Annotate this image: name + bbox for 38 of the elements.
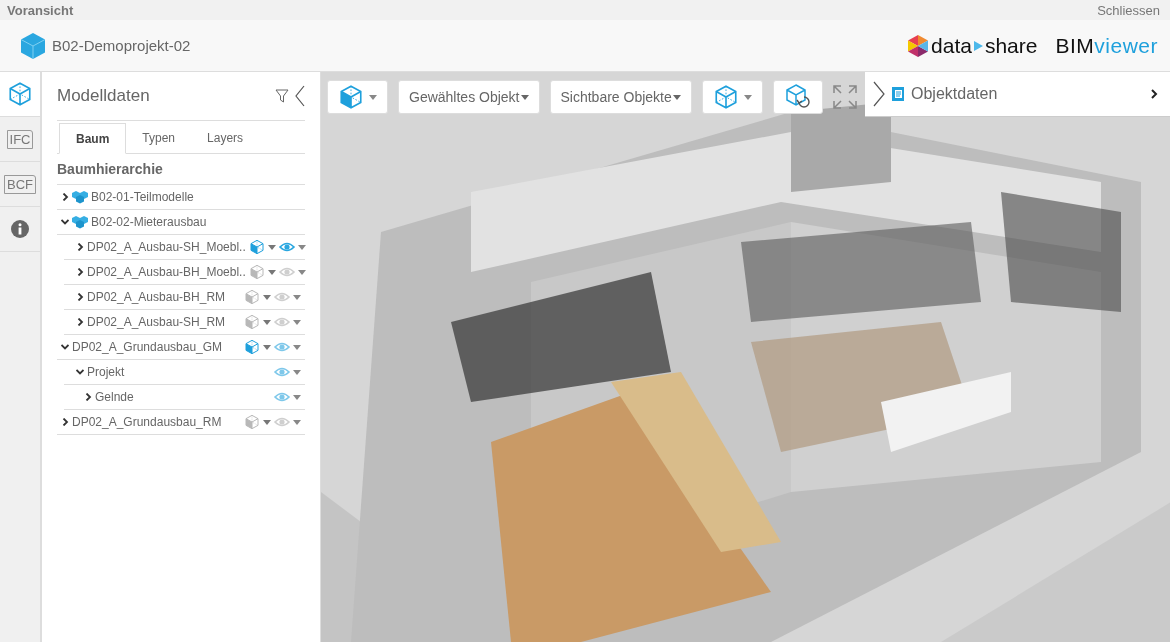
tree-label: DP02_A_Grundausbau_GM [72, 340, 224, 354]
tree-row[interactable]: DP02_A_Ausbau-BH_RM [64, 285, 305, 310]
tab[interactable]: Layers [191, 123, 260, 153]
tree-label: B02-02-Mieterausbau [91, 215, 208, 229]
dropdown-button[interactable]: Sichtbare Objekte [549, 80, 692, 114]
tree-label: Projekt [87, 365, 126, 379]
brand-text: share [984, 33, 1038, 58]
rail-tab[interactable]: BCF [0, 162, 40, 207]
section-heading: Baumhierarchie [57, 154, 305, 185]
panel-title: Objektdaten [911, 85, 999, 103]
tree-row[interactable]: Projekt [64, 360, 305, 385]
tree-label: DP02_A_Ausbau-SH_RM [87, 315, 227, 329]
tree-row[interactable]: DP02_A_Ausbau-BH_Moebl.. [64, 260, 305, 285]
rail-tab[interactable]: IFC [0, 117, 40, 162]
tree-label: DP02_A_Grundausbau_RM [72, 415, 223, 429]
tree-row[interactable]: DP02_A_Ausbau-SH_RM [64, 310, 305, 335]
tree-row[interactable]: Gelnde [64, 385, 305, 410]
tree-row[interactable]: DP02_A_Grundausbau_RM [57, 410, 305, 435]
panel-title: Modelldaten [57, 86, 151, 106]
window-title: Voransicht [7, 2, 74, 18]
tree-row[interactable]: B02-01-Teilmodelle [57, 185, 305, 210]
rail-label: IFC [6, 129, 34, 149]
project-title: B02-Demoprojekt-02 [52, 37, 191, 54]
tab[interactable]: Baum [59, 123, 127, 154]
tree-label: DP02_A_Ausbau-SH_Moebl.. [87, 240, 246, 254]
close-link[interactable]: Schliessen [1097, 2, 1160, 18]
tree-row[interactable]: DP02_A_Ausbau-SH_Moebl.. [64, 235, 305, 260]
tree-row[interactable]: B02-02-Mieterausbau [57, 210, 305, 235]
dropdown-button[interactable]: Gewähltes Objekt [398, 80, 540, 114]
product-logo: BIMviewer [1055, 33, 1158, 58]
tree-label: B02-01-Teilmodelle [91, 190, 195, 204]
tree-label: DP02_A_Ausbau-BH_Moebl.. [87, 265, 246, 279]
tree-label: Gelnde [95, 390, 135, 404]
rail-label: BCF [4, 174, 36, 194]
brand-text: data [931, 33, 972, 58]
tab[interactable]: Typen [126, 123, 192, 153]
tree-row[interactable]: DP02_A_Grundausbau_GM [57, 335, 305, 360]
tree-label: DP02_A_Ausbau-BH_RM [87, 290, 227, 304]
